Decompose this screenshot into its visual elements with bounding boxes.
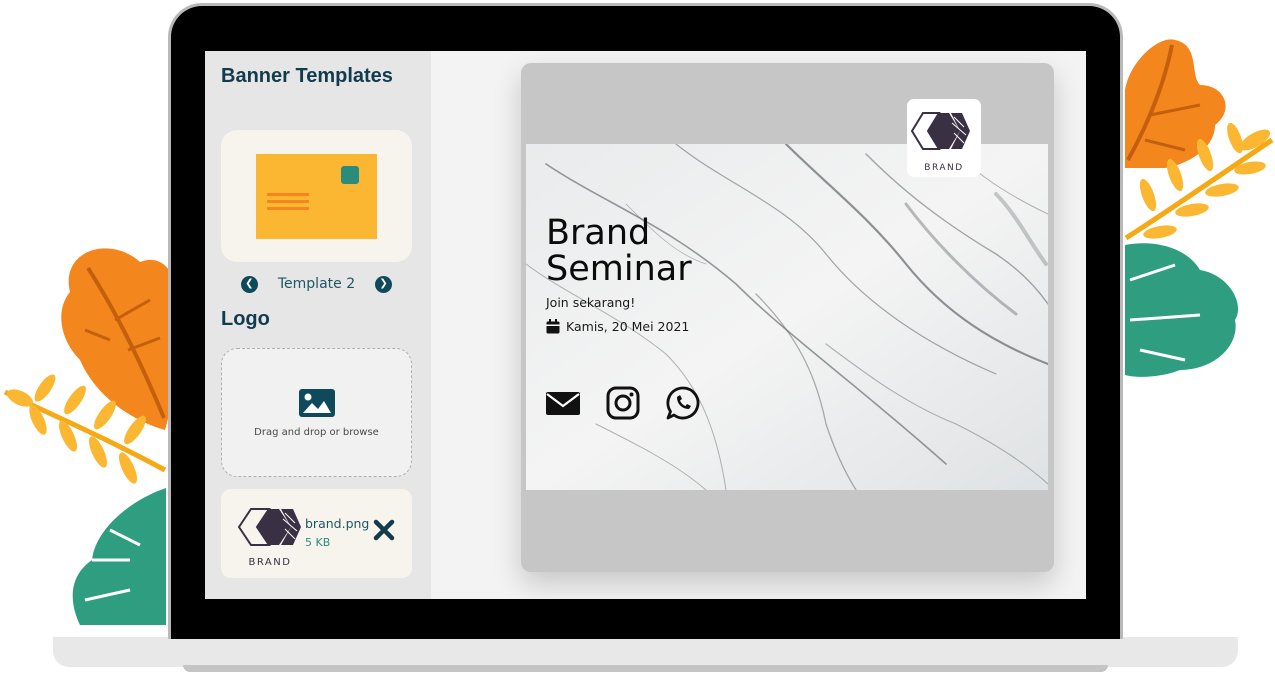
social-icons [545,385,701,421]
sidebar-title: Banner Templates [221,65,393,87]
file-thumbnail: BRAND [237,508,301,568]
banner-title: Brand Seminar [546,215,692,287]
envelope-icon[interactable] [545,385,581,421]
banner-date: Kamis, 20 Mei 2021 [546,319,689,334]
laptop-foot [183,665,1108,672]
right-orange-leaf [1125,39,1226,168]
whatsapp-icon[interactable] [665,385,701,421]
banner-brand-logo: BRAND [907,99,981,177]
banner-title-line2: Seminar [546,249,692,289]
calendar-icon [546,319,560,334]
chevron-right-icon[interactable]: ❯ [375,275,393,293]
chevron-left-icon[interactable]: ❮ [240,275,258,293]
app-screen: Banner Templates ❮ Template 2 ❯ Logo Dra… [205,51,1086,599]
file-name: brand.png [305,516,370,531]
template-navigation: ❮ Template 2 ❯ [221,273,412,295]
laptop-base [53,637,1238,667]
banner-logo-label: BRAND [924,163,963,173]
template-name: Template 2 [277,276,356,292]
image-icon [299,389,335,417]
instagram-icon[interactable] [605,385,641,421]
dropzone-text: Drag and drop or browse [254,427,379,438]
banner-title-line1: Brand [546,213,651,253]
file-size: 5 KB [305,536,331,549]
logo-dropzone[interactable]: Drag and drop or browse [221,348,412,477]
template-preview[interactable] [221,130,412,262]
left-green-leaf [72,488,166,625]
close-icon[interactable] [373,519,395,541]
banner-date-text: Kamis, 20 Mei 2021 [566,319,690,334]
logo-section-title: Logo [221,308,270,330]
marble-background [526,144,1048,490]
thumb-label: BRAND [249,557,292,568]
uploaded-file: BRAND brand.png 5 KB [221,489,412,578]
sidebar: Banner Templates ❮ Template 2 ❯ Logo Dra… [205,51,431,599]
banner-subtitle: Join sekarang! [546,295,636,310]
right-green-leaf [1125,243,1239,377]
envelope-template-icon [256,154,377,239]
banner-preview: BRAND Brand Seminar Join sekarang! Kamis… [521,63,1054,572]
